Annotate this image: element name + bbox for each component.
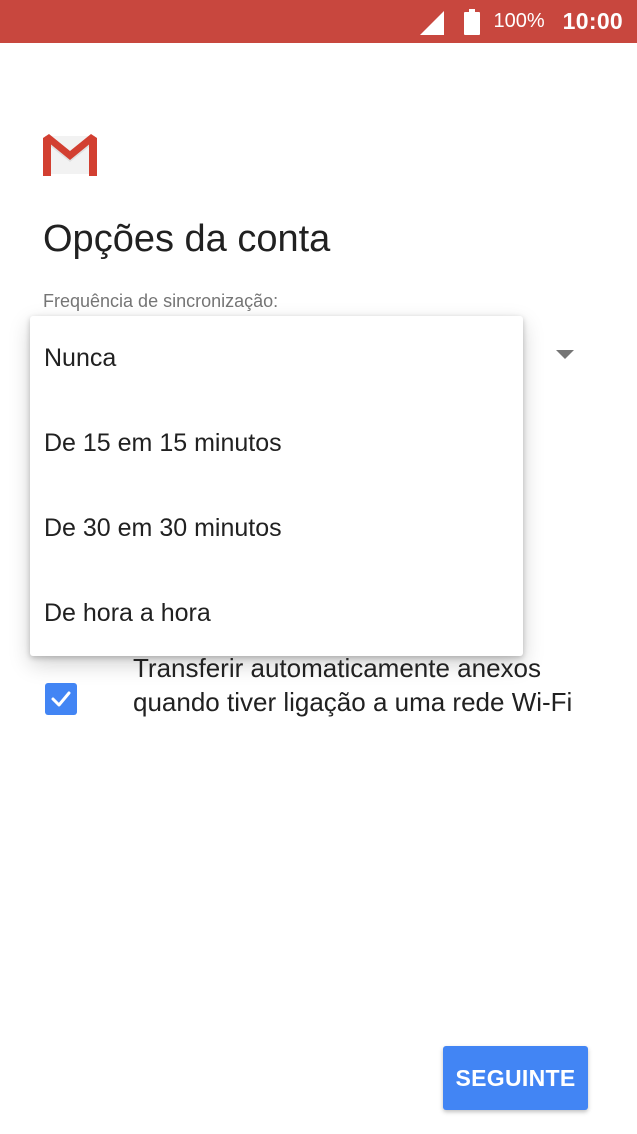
next-button[interactable]: SEGUINTE (443, 1046, 588, 1110)
dropdown-arrow-icon[interactable] (556, 350, 574, 359)
auto-download-attachments-label[interactable]: Transferir automaticamente anexos quando… (133, 651, 593, 719)
dropdown-option-15-min[interactable]: De 15 em 15 minutos (30, 401, 523, 486)
battery-icon (463, 8, 480, 35)
dropdown-option-never[interactable]: Nunca (30, 316, 523, 401)
dropdown-option-30-min[interactable]: De 30 em 30 minutos (30, 486, 523, 571)
battery-percent: 100% (493, 10, 545, 32)
signal-icon (419, 10, 444, 35)
sync-frequency-dropdown: Nunca De 15 em 15 minutos De 30 em 30 mi… (30, 316, 523, 656)
dropdown-option-hourly[interactable]: De hora a hora (30, 571, 523, 656)
page-title: Opções da conta (43, 218, 331, 260)
auto-download-attachments-checkbox[interactable] (45, 683, 77, 715)
clock: 10:00 (562, 8, 623, 34)
gmail-logo-icon (43, 134, 97, 176)
check-icon (51, 691, 71, 707)
status-bar: 100% 10:00 (0, 0, 637, 43)
sync-frequency-label: Frequência de sincronização: (43, 291, 279, 311)
